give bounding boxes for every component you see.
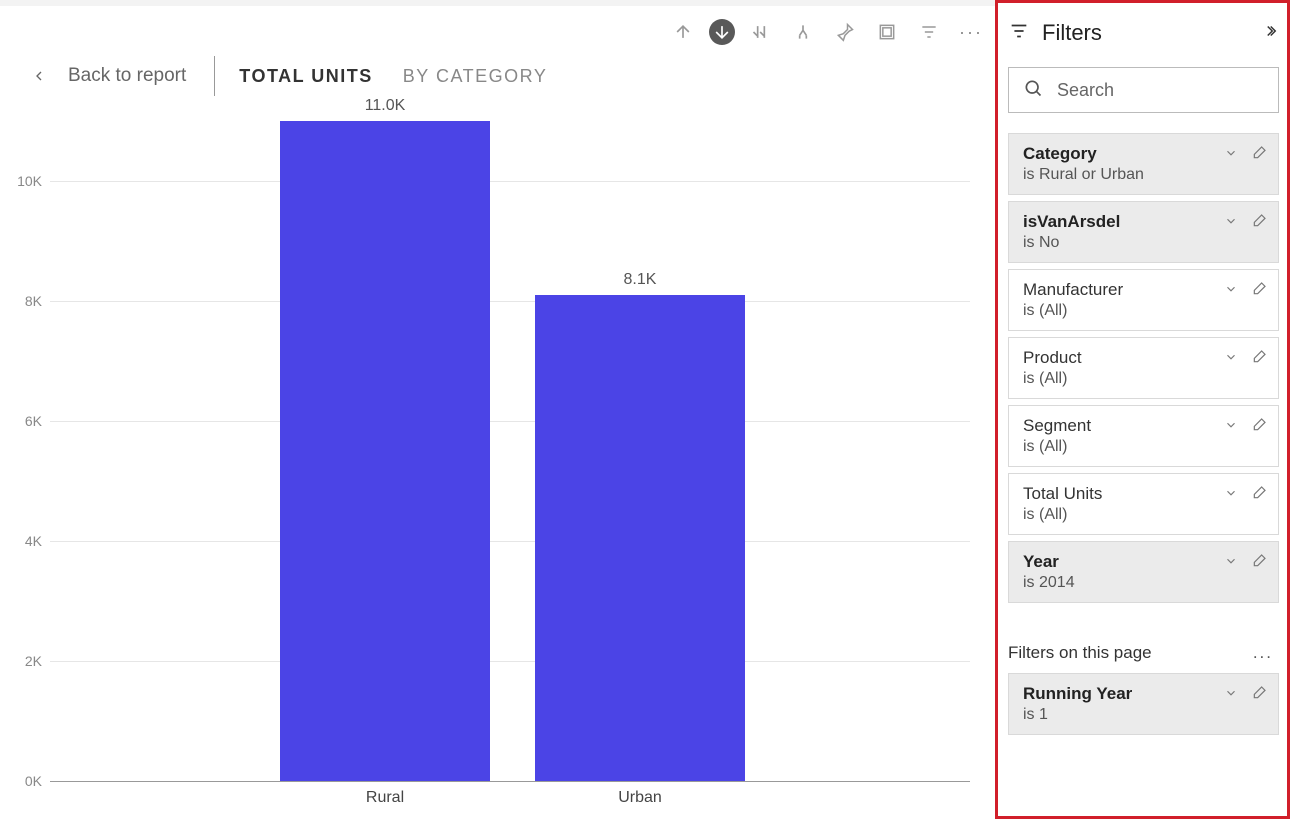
- filter-value: is 1: [1023, 706, 1264, 724]
- eraser-icon[interactable]: [1250, 416, 1268, 434]
- gridline: [50, 301, 970, 302]
- filter-card-running-year[interactable]: Running Yearis 1: [1008, 673, 1279, 735]
- filters-search-input[interactable]: [1057, 80, 1264, 101]
- filter-value: is (All): [1023, 506, 1264, 524]
- page-filters-more-icon[interactable]: ...: [1253, 643, 1273, 663]
- page-filters-list: Running Yearis 1: [1008, 673, 1279, 735]
- filter-value: is (All): [1023, 438, 1264, 456]
- bar-value-label: 8.1K: [624, 271, 657, 289]
- chevron-down-icon[interactable]: [1222, 280, 1240, 298]
- drill-down-icon[interactable]: [709, 19, 735, 45]
- chevron-down-icon[interactable]: [1222, 144, 1240, 162]
- filter-icon[interactable]: [913, 16, 945, 48]
- search-icon: [1023, 78, 1043, 103]
- eraser-icon[interactable]: [1250, 684, 1268, 702]
- filter-card-total-units[interactable]: Total Unitsis (All): [1008, 473, 1279, 535]
- y-tick-label: 6K: [0, 413, 42, 429]
- filter-card-product[interactable]: Productis (All): [1008, 337, 1279, 399]
- eraser-icon[interactable]: [1250, 144, 1268, 162]
- y-tick-label: 10K: [0, 173, 42, 189]
- tab-total-units[interactable]: TOTAL UNITS: [239, 66, 373, 87]
- filter-card-segment[interactable]: Segmentis (All): [1008, 405, 1279, 467]
- bar-rect: [535, 295, 745, 781]
- y-tick-label: 8K: [0, 293, 42, 309]
- collapse-pane-icon[interactable]: [1261, 22, 1279, 45]
- chevron-down-icon[interactable]: [1222, 212, 1240, 230]
- separator: [214, 56, 215, 96]
- plot-area: 0K2K4K6K8K10K11.0K8.1K: [50, 121, 970, 781]
- chevron-down-icon[interactable]: [1222, 484, 1240, 502]
- filter-value: is Rural or Urban: [1023, 166, 1264, 184]
- bar-rural[interactable]: 11.0K: [280, 97, 490, 781]
- filters-pane: Filters Categoryis Rural or UrbanisVanAr…: [995, 0, 1290, 819]
- back-chevron-icon[interactable]: [28, 65, 50, 87]
- chevron-down-icon[interactable]: [1222, 684, 1240, 702]
- filters-header: Filters: [1008, 9, 1279, 57]
- eraser-icon[interactable]: [1250, 212, 1268, 230]
- page-filters-section: Filters on this page ...: [1008, 643, 1279, 663]
- bar-value-label: 11.0K: [365, 97, 406, 115]
- eraser-icon[interactable]: [1250, 348, 1268, 366]
- drill-up-icon[interactable]: [667, 16, 699, 48]
- gridline: [50, 181, 970, 182]
- filter-pane-icon: [1008, 20, 1030, 47]
- gridline: [50, 661, 970, 662]
- filter-card-isvanarsdel[interactable]: isVanArsdelis No: [1008, 201, 1279, 263]
- filter-value: is (All): [1023, 370, 1264, 388]
- x-category-label: Urban: [618, 789, 662, 807]
- filters-title: Filters: [1042, 20, 1249, 46]
- gridline: [50, 781, 970, 782]
- filter-value: is 2014: [1023, 574, 1264, 592]
- more-options-icon[interactable]: ···: [955, 16, 987, 48]
- bar-rect: [280, 121, 490, 781]
- eraser-icon[interactable]: [1250, 280, 1268, 298]
- expand-next-level-icon[interactable]: [745, 16, 777, 48]
- y-tick-label: 2K: [0, 653, 42, 669]
- chevron-down-icon[interactable]: [1222, 552, 1240, 570]
- filter-card-year[interactable]: Yearis 2014: [1008, 541, 1279, 603]
- page-filters-label: Filters on this page: [1008, 643, 1152, 663]
- gridline: [50, 541, 970, 542]
- x-category-label: Rural: [366, 789, 404, 807]
- tab-by-category[interactable]: BY CATEGORY: [403, 66, 548, 87]
- eraser-icon[interactable]: [1250, 552, 1268, 570]
- visual-toolbar: ···: [667, 16, 987, 48]
- eraser-icon[interactable]: [1250, 484, 1268, 502]
- filters-search-box[interactable]: [1008, 67, 1279, 113]
- pin-icon[interactable]: [829, 16, 861, 48]
- filter-value: is (All): [1023, 302, 1264, 320]
- chart-container: 0K2K4K6K8K10K11.0K8.1K Rural Urban: [0, 106, 995, 821]
- y-tick-label: 4K: [0, 533, 42, 549]
- back-to-report-link[interactable]: Back to report: [68, 65, 186, 87]
- chevron-down-icon[interactable]: [1222, 348, 1240, 366]
- visual-filters-list: Categoryis Rural or UrbanisVanArsdelis N…: [1008, 133, 1279, 603]
- bar-urban[interactable]: 8.1K: [535, 271, 745, 781]
- filter-card-manufacturer[interactable]: Manufactureris (All): [1008, 269, 1279, 331]
- focus-mode-icon[interactable]: [871, 16, 903, 48]
- breadcrumb-bar: Back to report TOTAL UNITS BY CATEGORY: [0, 51, 995, 101]
- report-canvas: ··· Back to report TOTAL UNITS BY CATEGO…: [0, 6, 995, 819]
- expand-all-icon[interactable]: [787, 16, 819, 48]
- gridline: [50, 421, 970, 422]
- filter-card-category[interactable]: Categoryis Rural or Urban: [1008, 133, 1279, 195]
- filter-value: is No: [1023, 234, 1264, 252]
- chevron-down-icon[interactable]: [1222, 416, 1240, 434]
- y-tick-label: 0K: [0, 773, 42, 789]
